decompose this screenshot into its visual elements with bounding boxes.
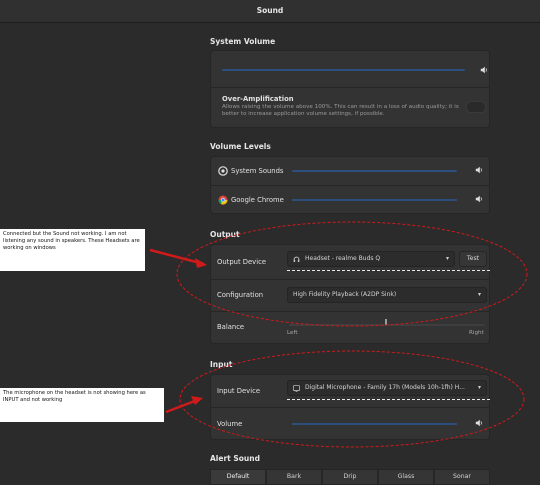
speaker-icon [480, 66, 487, 74]
arrow-input [165, 397, 201, 414]
configuration-combo[interactable]: High Fidelity Playback (A2DP Sink) ▾ [287, 287, 487, 303]
input-device-combo[interactable]: Digital Microphone - Family 17h (Models … [287, 380, 487, 396]
configuration-value: High Fidelity Playback (A2DP Sink) [293, 291, 397, 298]
over-amplification-title: Over-Amplification [222, 95, 294, 103]
window-title: Sound [0, 0, 540, 23]
balance-label: Balance [217, 323, 245, 331]
alert-option-glass[interactable]: Glass [378, 469, 434, 485]
output-device-label: Output Device [217, 258, 267, 266]
input-volume-label: Volume [217, 420, 243, 428]
balance-left-label: Left [287, 330, 298, 336]
over-amplification-description: Allows raising the volume above 100%. Th… [222, 104, 459, 117]
divider [210, 185, 490, 186]
system-volume-slider[interactable] [222, 69, 465, 71]
balance-right-label: Right [469, 330, 484, 336]
configuration-label: Configuration [217, 291, 264, 299]
input-device-value: Digital Microphone - Family 17h (Models … [305, 384, 465, 391]
output-heading: Output [210, 230, 240, 239]
over-amplification-switch[interactable] [466, 101, 486, 113]
output-device-combo[interactable]: Headset - realme Buds Q ▾ [287, 251, 455, 267]
chevron-down-icon: ▾ [477, 384, 481, 391]
output-device-value: Headset - realme Buds Q [305, 255, 381, 262]
divider [210, 407, 490, 408]
app-label-system-sounds: System Sounds [231, 167, 284, 175]
speaker-icon [475, 166, 482, 174]
annotation-underline [287, 270, 490, 271]
alert-option-default[interactable]: Default [210, 469, 266, 485]
alert-option-bark[interactable]: Bark [266, 469, 322, 485]
alert-sound-heading: Alert Sound [210, 454, 260, 463]
annotation-note-input: The microphone on the headset is not sho… [0, 388, 164, 422]
speaker-icon [475, 195, 482, 203]
system-sounds-icon [218, 166, 228, 176]
chevron-down-icon: ▾ [477, 291, 481, 298]
divider [210, 87, 490, 88]
divider [210, 311, 490, 312]
input-device-label: Input Device [217, 387, 261, 395]
alert-option-sonar[interactable]: Sonar [434, 469, 490, 485]
balance-center-mark [385, 319, 387, 325]
system-sounds-slider[interactable] [292, 170, 457, 172]
chevron-down-icon: ▾ [445, 255, 449, 262]
arrow-output [149, 248, 205, 266]
speaker-icon [475, 419, 482, 427]
input-heading: Input [210, 360, 233, 369]
input-volume-slider[interactable] [292, 423, 457, 425]
headset-icon [293, 256, 300, 262]
chrome-icon [218, 195, 228, 205]
annotation-note-output: Connected but the Sound not working. I a… [0, 229, 145, 271]
app-label-google-chrome: Google Chrome [231, 196, 284, 204]
divider [210, 279, 490, 280]
microphone-icon [293, 385, 300, 392]
test-button[interactable]: Test [459, 251, 487, 267]
annotation-underline [287, 399, 490, 400]
alert-option-drip[interactable]: Drip [322, 469, 378, 485]
volume-levels-heading: Volume Levels [210, 142, 271, 151]
system-volume-heading: System Volume [210, 37, 276, 46]
google-chrome-slider[interactable] [292, 199, 457, 201]
alert-sound-options: Default Bark Drip Glass Sonar [210, 469, 490, 485]
balance-slider[interactable] [289, 324, 485, 326]
